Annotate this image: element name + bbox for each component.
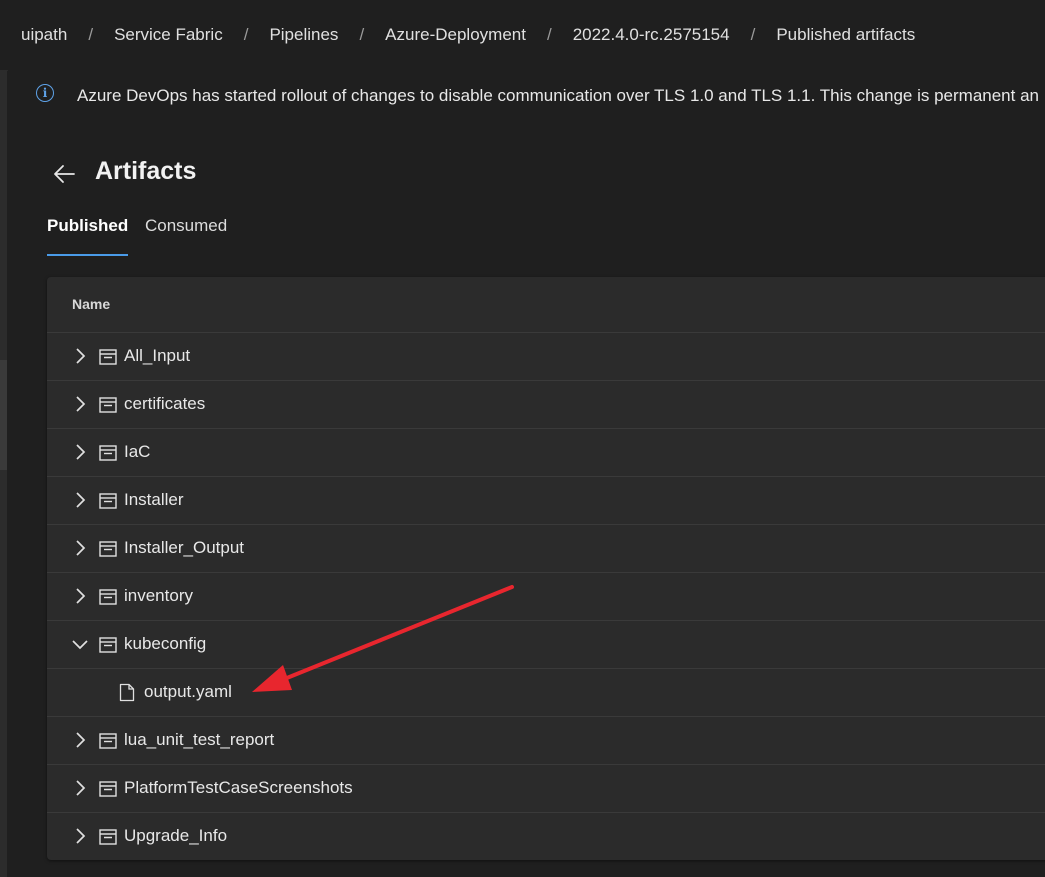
artifacts-page: uipath / Service Fabric / Pipelines / Az… (0, 0, 1045, 877)
artifact-name: IaC (124, 442, 151, 461)
breadcrumb: uipath / Service Fabric / Pipelines / Az… (0, 0, 1045, 71)
breadcrumb-org[interactable]: uipath (21, 25, 67, 45)
breadcrumb-current: Published artifacts (776, 25, 916, 44)
breadcrumb-separator: / (546, 25, 552, 44)
tab-published-label: Published (47, 216, 129, 235)
left-navigation-strip (0, 70, 7, 877)
chevron-right-icon[interactable] (71, 491, 89, 509)
info-icon: i (36, 84, 54, 102)
artifact-row-all-input[interactable]: All_Input (47, 333, 1045, 381)
file-row-output-yaml[interactable]: output.yaml (47, 669, 1045, 717)
artifact-name: certificates (124, 394, 206, 413)
artifact-name: Installer_Output (124, 538, 245, 557)
back-button[interactable] (50, 160, 78, 188)
artifact-row-iac[interactable]: IaC (47, 429, 1045, 477)
breadcrumb-separator: / (359, 25, 365, 44)
artifact-icon (99, 589, 117, 605)
file-icon (119, 683, 135, 702)
breadcrumb-pipeline[interactable]: Azure-Deployment (385, 25, 526, 45)
chevron-right-icon[interactable] (71, 779, 89, 797)
column-header-name[interactable]: Name (72, 296, 110, 312)
artifact-icon (99, 781, 117, 797)
artifact-name: Upgrade_Info (124, 826, 228, 845)
artifact-icon (99, 637, 117, 653)
artifact-name: All_Input (124, 346, 191, 365)
artifact-icon (99, 541, 117, 557)
artifact-row-kubeconfig[interactable]: kubeconfig (47, 621, 1045, 669)
active-tab-indicator (47, 254, 129, 256)
artifact-row-platform-screenshots[interactable]: PlatformTestCaseScreenshots (47, 765, 1045, 813)
artifact-icon (99, 397, 117, 413)
chevron-right-icon[interactable] (71, 539, 89, 557)
chevron-right-icon[interactable] (71, 347, 89, 365)
breadcrumb-run[interactable]: 2022.4.0-rc.2575154 (573, 25, 730, 45)
artifact-row-lua-unit-test-report[interactable]: lua_unit_test_report (47, 717, 1045, 765)
tab-published[interactable]: Published (47, 216, 129, 256)
artifact-icon (99, 445, 117, 461)
breadcrumb-separator: / (243, 25, 249, 44)
info-banner: i Azure DevOps has started rollout of ch… (8, 70, 1045, 124)
table-header: Name (47, 277, 1045, 333)
file-name: output.yaml (144, 682, 232, 701)
artifact-name: lua_unit_test_report (124, 730, 275, 749)
artifact-row-inventory[interactable]: inventory (47, 573, 1045, 621)
artifacts-table: Name All_Input certificates IaC Installe… (47, 277, 1045, 860)
breadcrumb-separator: / (88, 25, 94, 44)
tab-consumed[interactable]: Consumed (145, 216, 227, 256)
chevron-right-icon[interactable] (71, 827, 89, 845)
artifact-row-upgrade-info[interactable]: Upgrade_Info (47, 813, 1045, 860)
chevron-down-icon[interactable] (71, 635, 89, 653)
artifact-row-installer-output[interactable]: Installer_Output (47, 525, 1045, 573)
chevron-right-icon[interactable] (71, 443, 89, 461)
page-title: Artifacts (95, 157, 197, 185)
artifact-name: kubeconfig (124, 634, 207, 653)
breadcrumb-project[interactable]: Service Fabric (114, 25, 223, 45)
artifact-name: inventory (124, 586, 193, 605)
tab-consumed-label: Consumed (145, 216, 228, 235)
artifact-row-installer[interactable]: Installer (47, 477, 1045, 525)
artifact-icon (99, 349, 117, 365)
artifact-icon (99, 733, 117, 749)
chevron-right-icon[interactable] (71, 587, 89, 605)
artifact-row-certificates[interactable]: certificates (47, 381, 1045, 429)
artifact-icon (99, 829, 117, 845)
breadcrumb-pipelines[interactable]: Pipelines (269, 25, 338, 45)
artifact-name: PlatformTestCaseScreenshots (124, 778, 353, 797)
breadcrumb-separator: / (750, 25, 756, 44)
banner-message: Azure DevOps has started rollout of chan… (77, 86, 1039, 105)
chevron-right-icon[interactable] (71, 731, 89, 749)
artifact-icon (99, 493, 117, 509)
left-strip-marker (0, 360, 7, 470)
artifact-name: Installer (124, 490, 184, 509)
chevron-right-icon[interactable] (71, 395, 89, 413)
arrow-left-icon (54, 165, 75, 183)
